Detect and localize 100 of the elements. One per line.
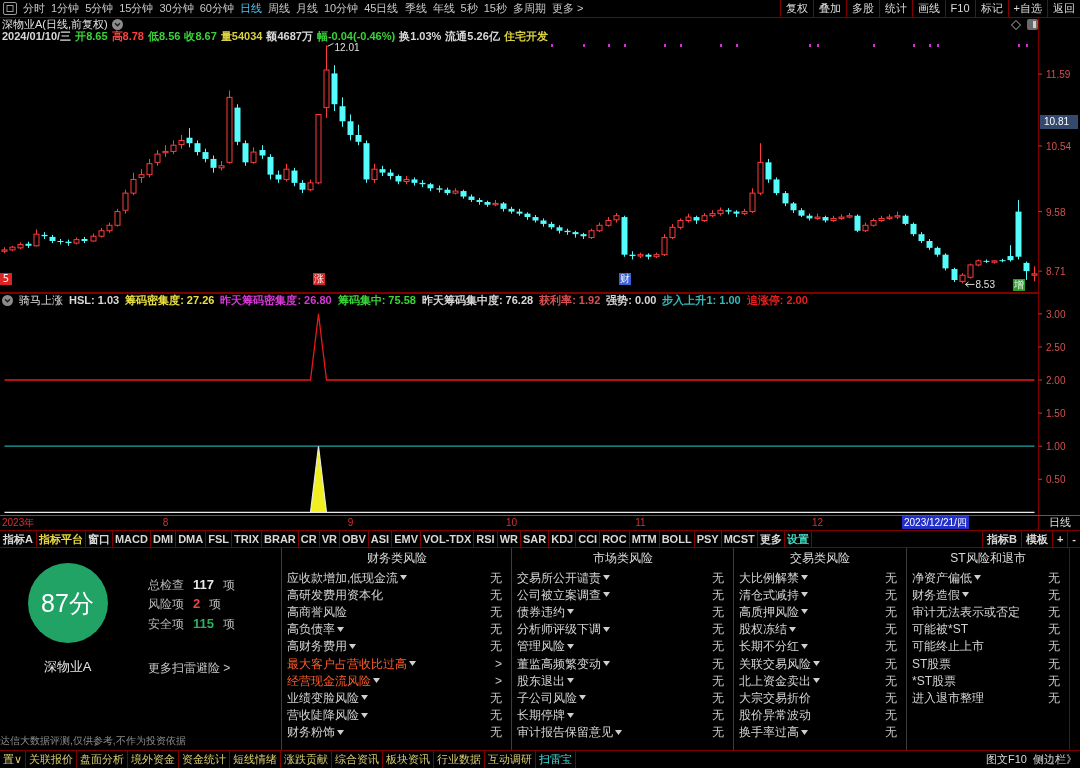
indicator-tab[interactable]: OBV xyxy=(340,531,369,547)
period-tab[interactable]: 周线 xyxy=(265,0,293,17)
event-marker-icon[interactable] xyxy=(550,44,553,47)
indicator-tab[interactable]: TRIX xyxy=(231,531,263,547)
caret-icon[interactable] xyxy=(813,661,820,667)
indicator-tab[interactable]: PSY xyxy=(694,531,722,547)
bottom-tab[interactable]: 境外资金 xyxy=(128,751,180,768)
caret-icon[interactable] xyxy=(603,661,610,667)
risk-item[interactable]: 子公司风险 xyxy=(517,690,577,705)
risk-item[interactable]: 经营现金流风险 xyxy=(287,673,371,688)
event-marker-icon[interactable] xyxy=(623,44,626,47)
indicator-tab[interactable]: BOLL xyxy=(659,531,695,547)
bottom-tab[interactable]: 短线情绪 xyxy=(230,751,282,768)
window-icon[interactable] xyxy=(3,2,17,15)
indicator-tab[interactable]: 指标B xyxy=(981,531,1021,547)
event-marker-icon[interactable] xyxy=(582,44,585,47)
indicator-tab[interactable]: EMV xyxy=(392,531,421,547)
indicator-group-button[interactable]: 指标A xyxy=(0,531,37,547)
period-tab[interactable]: 30分钟 xyxy=(156,0,197,17)
bottom-tab[interactable]: 涨跌贡献 xyxy=(281,751,333,768)
period-tab[interactable]: 10分钟 xyxy=(321,0,362,17)
risk-item[interactable]: 可能终止上市 xyxy=(912,639,984,654)
event-marker-icon[interactable] xyxy=(1025,44,1028,47)
risk-item[interactable]: 审计报告保留意见 xyxy=(517,725,613,740)
caret-icon[interactable] xyxy=(337,626,344,632)
indicator-tab[interactable]: MCST xyxy=(721,531,758,547)
caret-icon[interactable] xyxy=(813,678,820,684)
risk-item[interactable]: *ST股票 xyxy=(912,673,956,688)
period-tab[interactable]: 60分钟 xyxy=(196,0,237,17)
signal-marker[interactable]: 财 xyxy=(618,273,631,285)
caret-icon[interactable] xyxy=(789,626,796,632)
risk-item[interactable]: 换手率过高 xyxy=(739,725,799,740)
period-tab[interactable]: 多周期 xyxy=(509,0,549,17)
risk-item[interactable]: 最大客户占营收比过高 xyxy=(287,656,407,671)
toolbar-button[interactable]: 多股 xyxy=(845,0,879,17)
diamond-icon[interactable] xyxy=(1011,19,1021,30)
risk-item[interactable]: ST股票 xyxy=(912,656,952,671)
caret-icon[interactable] xyxy=(409,661,416,667)
indicator-tab[interactable]: + xyxy=(1051,531,1068,547)
event-marker-icon[interactable] xyxy=(928,44,931,47)
toolbar-button[interactable]: 复权 xyxy=(779,0,813,17)
indicator-tab[interactable]: 窗口 xyxy=(85,531,113,547)
indicator-tab[interactable]: MTM xyxy=(629,531,660,547)
risk-item[interactable]: 大比例解禁 xyxy=(739,570,799,585)
event-marker-icon[interactable] xyxy=(816,44,819,47)
toolbar-button[interactable]: 画线 xyxy=(911,0,945,17)
event-marker-icon[interactable] xyxy=(679,44,682,47)
signal-marker[interactable]: 5 xyxy=(0,273,12,285)
caret-icon[interactable] xyxy=(962,592,969,598)
risk-item[interactable]: 分析师评级下调 xyxy=(517,622,601,637)
risk-item[interactable]: 长期停牌 xyxy=(517,708,565,723)
event-marker-icon[interactable] xyxy=(1017,44,1020,47)
indicator-tab[interactable]: MACD xyxy=(112,531,151,547)
risk-item[interactable]: 进入退市整理 xyxy=(912,690,984,705)
risk-item[interactable]: 高负债率 xyxy=(287,622,335,637)
caret-icon[interactable] xyxy=(567,712,574,718)
caret-icon[interactable] xyxy=(615,729,622,735)
risk-item[interactable]: 高质押风险 xyxy=(739,604,799,619)
bottom-right-button[interactable]: 侧边栏》 xyxy=(1030,751,1080,768)
bottom-tab[interactable]: 互动调研 xyxy=(485,751,537,768)
dropdown-icon[interactable] xyxy=(2,295,13,306)
bottom-tab[interactable]: 置∨ xyxy=(0,751,27,768)
caret-icon[interactable] xyxy=(801,643,808,649)
toolbar-button[interactable]: 统计 xyxy=(878,0,912,17)
risk-item[interactable]: 长期不分红 xyxy=(739,639,799,654)
bottom-tab[interactable]: 扫雷宝 xyxy=(536,751,577,768)
caret-icon[interactable] xyxy=(801,729,808,735)
caret-icon[interactable] xyxy=(567,609,574,615)
risk-item[interactable]: 清仓式减持 xyxy=(739,587,799,602)
indicator-tab[interactable]: 模板 xyxy=(1020,531,1052,547)
toolbar-button[interactable]: 标记 xyxy=(974,0,1008,17)
bottom-tab[interactable]: 资金统计 xyxy=(179,751,231,768)
caret-icon[interactable] xyxy=(361,712,368,718)
toolbar-button[interactable]: +自选 xyxy=(1007,0,1047,17)
dropdown-icon[interactable] xyxy=(111,18,123,30)
risk-item[interactable]: 公司被立案调查 xyxy=(517,587,601,602)
bottom-tab[interactable]: 板块资讯 xyxy=(383,751,435,768)
event-marker-icon[interactable] xyxy=(607,44,610,47)
event-marker-icon[interactable] xyxy=(912,44,915,47)
indicator-tab[interactable]: WR xyxy=(497,531,521,547)
event-marker-icon[interactable] xyxy=(936,44,939,47)
indicator-tab[interactable]: ROC xyxy=(600,531,630,547)
indicator-tab[interactable]: BRAR xyxy=(262,531,299,547)
indicator-tab[interactable]: - xyxy=(1067,531,1080,547)
event-marker-icon[interactable] xyxy=(735,44,738,47)
caret-icon[interactable] xyxy=(801,609,808,615)
toolbar-button[interactable]: 返回 xyxy=(1047,0,1080,17)
indicator-tab[interactable]: VR xyxy=(319,531,340,547)
risk-item[interactable]: 股价异常波动 xyxy=(739,708,811,723)
bottom-tab[interactable]: 行业数据 xyxy=(434,751,486,768)
caret-icon[interactable] xyxy=(373,678,380,684)
event-marker-icon[interactable] xyxy=(663,44,666,47)
risk-item[interactable]: 大宗交易折价 xyxy=(739,690,811,705)
indicator-tab[interactable]: SAR xyxy=(520,531,550,547)
signal-marker[interactable]: 涨 xyxy=(312,273,325,285)
caret-icon[interactable] xyxy=(361,695,368,701)
risk-item[interactable]: 关联交易风险 xyxy=(739,656,811,671)
period-tab[interactable]: 分时 xyxy=(20,0,48,17)
risk-item[interactable]: 股东退出 xyxy=(517,673,565,688)
period-tab[interactable]: 5秒 xyxy=(457,0,481,17)
